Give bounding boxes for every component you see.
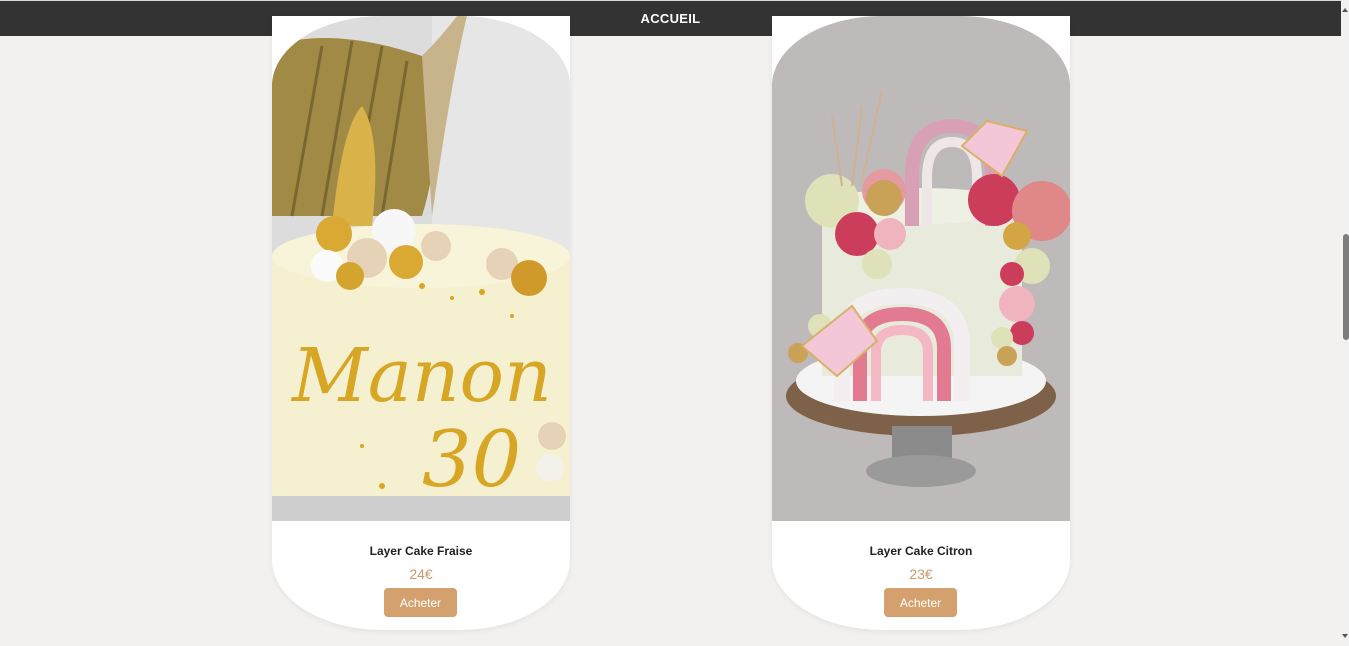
buy-button[interactable]: Acheter (884, 588, 957, 617)
cake-lettering-name: Manon (290, 333, 552, 419)
scroll-thumb[interactable] (1343, 234, 1349, 340)
product-image-cake-gold: Manon 30 (272, 16, 570, 521)
product-image-cake-rainbow (772, 16, 1070, 521)
product-price: 23€ (909, 566, 933, 582)
page-scrollbar[interactable] (1341, 0, 1349, 646)
buy-button[interactable]: Acheter (384, 588, 457, 617)
scroll-up-arrow-icon[interactable] (1342, 8, 1348, 12)
scroll-down-arrow-icon[interactable] (1342, 634, 1348, 638)
product-card: Manon 30 Layer Cake Fraise 24€ Acheter (272, 16, 570, 630)
cake-lettering-number: 30 (422, 415, 521, 505)
product-card: Layer Cake Citron 23€ Acheter (772, 16, 1070, 630)
product-name: Layer Cake Citron (869, 544, 973, 558)
top-navigation-bar: ACCUEIL (0, 0, 1341, 36)
product-price: 24€ (409, 566, 433, 582)
product-name: Layer Cake Fraise (369, 544, 473, 558)
nav-link-home[interactable]: ACCUEIL (641, 11, 701, 26)
